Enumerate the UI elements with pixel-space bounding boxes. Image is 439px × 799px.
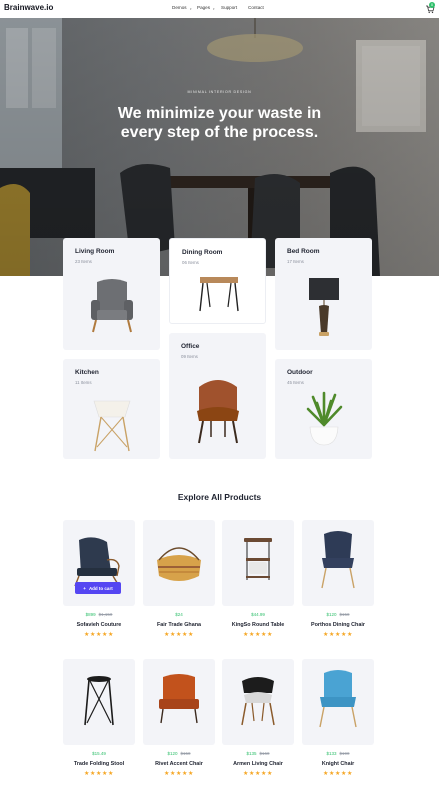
category-card-dining-room[interactable]: Dining Room 06 Items xyxy=(169,238,266,324)
add-to-cart-label: Add to cart xyxy=(88,585,113,591)
product-rating: ★★★★★ xyxy=(143,770,215,777)
product-name[interactable]: Armen Living Chair xyxy=(222,761,294,767)
product-rating: ★★★★★ xyxy=(302,631,374,638)
category-count: 45 Items xyxy=(287,380,304,385)
star-icon: ★ xyxy=(266,632,273,638)
armchair-icon xyxy=(91,279,133,333)
product-name[interactable]: Knight Chair xyxy=(302,761,374,767)
product-rating: ★★★★★ xyxy=(222,770,294,777)
product-rating: ★★★★★ xyxy=(302,770,374,777)
site-header: Brainwave.io Demos ▾ Pages ▾ Support Con… xyxy=(0,0,439,18)
product-old-price: $190 xyxy=(339,751,350,756)
product-price-row: $120 $150 xyxy=(143,751,215,756)
product-price-row: $24 xyxy=(143,612,215,617)
plus-icon: + xyxy=(83,585,86,591)
category-name: Living Room xyxy=(75,248,115,255)
star-icon: ★ xyxy=(346,632,353,638)
product-image xyxy=(159,674,199,724)
product-name[interactable]: KingSo Round Table xyxy=(222,622,294,628)
nav-pages[interactable]: Pages xyxy=(197,5,210,10)
category-card-outdoor[interactable]: Outdoor 45 Items xyxy=(275,359,372,459)
product-card-fair-trade-ghana[interactable] xyxy=(143,520,215,606)
product-card-porthos-dining-chair[interactable] xyxy=(302,520,374,606)
dining-table-icon xyxy=(199,277,239,312)
product-card-sofavieh-couture[interactable]: + Add to cart xyxy=(63,520,135,606)
star-icon: ★ xyxy=(266,771,273,777)
cart-count-badge: 0 xyxy=(429,2,435,8)
category-count: 06 Items xyxy=(182,260,199,265)
product-card-kingso-round-table[interactable] xyxy=(222,520,294,606)
product-card-armen-living-chair[interactable] xyxy=(222,659,294,745)
category-count: 11 Items xyxy=(75,380,92,385)
chevron-down-icon: ▾ xyxy=(213,7,215,11)
planter-stand-icon xyxy=(93,400,131,452)
product-card-rivet-accent-chair[interactable] xyxy=(143,659,215,745)
product-card-trade-folding-stool[interactable] xyxy=(63,659,135,745)
potted-plant-icon xyxy=(306,391,343,446)
product-old-price: $1,150 xyxy=(98,612,113,617)
product-price-row: $15.49 xyxy=(63,751,135,756)
star-icon: ★ xyxy=(187,771,194,777)
product-old-price: $150 xyxy=(339,612,350,617)
product-old-price: $160 xyxy=(259,751,270,756)
product-price: $135 xyxy=(246,751,257,756)
product-price: $15.49 xyxy=(92,751,106,756)
product-name[interactable]: Rivet Accent Chair xyxy=(143,761,215,767)
product-name[interactable]: Sofavieh Couture xyxy=(63,622,135,628)
product-price-row: $120 $150 xyxy=(302,612,374,617)
category-count: 23 Items xyxy=(75,259,92,264)
category-card-kitchen[interactable]: Kitchen 11 Items xyxy=(63,359,160,459)
office-chair-icon xyxy=(197,380,239,444)
product-old-price: $150 xyxy=(180,751,191,756)
star-icon: ★ xyxy=(107,771,114,777)
product-price-row: $44.99 xyxy=(222,612,294,617)
product-price: $120 xyxy=(326,612,337,617)
category-card-living-room[interactable]: Living Room 23 Items xyxy=(63,238,160,350)
product-rating: ★★★★★ xyxy=(222,631,294,638)
product-image xyxy=(241,677,275,726)
product-name[interactable]: Fair Trade Ghana xyxy=(143,622,215,628)
product-name[interactable]: Porthos Dining Chair xyxy=(302,622,374,628)
product-rating: ★★★★★ xyxy=(63,770,135,777)
table-lamp-icon xyxy=(309,278,339,336)
product-price-row: $133 $190 xyxy=(302,751,374,756)
product-image xyxy=(84,676,114,726)
product-image xyxy=(244,538,272,580)
hero-eyebrow: MINIMAL INTERIOR DESIGN xyxy=(187,90,252,94)
category-card-office[interactable]: Office 09 Items xyxy=(169,333,266,459)
category-name: Bed Room xyxy=(287,248,320,255)
product-price: $133 xyxy=(326,751,337,756)
product-price: $24 xyxy=(175,612,183,617)
category-count: 17 Items xyxy=(287,259,304,264)
add-to-cart-button[interactable]: + Add to cart xyxy=(75,582,121,594)
product-image xyxy=(157,547,201,581)
category-name: Office xyxy=(181,343,200,350)
product-image xyxy=(321,531,355,589)
star-icon: ★ xyxy=(187,632,194,638)
products-section-title: Explore All Products xyxy=(177,492,262,502)
product-price-row: $899 $1,150 xyxy=(63,612,135,617)
brand-logo[interactable]: Brainwave.io xyxy=(4,3,53,12)
product-rating: ★★★★★ xyxy=(143,631,215,638)
category-name: Kitchen xyxy=(75,369,99,376)
nav-contact[interactable]: Contact xyxy=(248,5,264,10)
category-count: 09 Items xyxy=(181,354,198,359)
star-icon: ★ xyxy=(346,771,353,777)
chevron-down-icon: ▾ xyxy=(190,7,192,11)
product-price-row: $135 $160 xyxy=(222,751,294,756)
product-name[interactable]: Trade Folding Stool xyxy=(63,761,135,767)
hero-title: We minimize your waste in every step of … xyxy=(117,105,322,141)
product-price: $44.99 xyxy=(251,612,265,617)
product-rating: ★★★★★ xyxy=(63,631,135,638)
star-icon: ★ xyxy=(107,632,114,638)
category-card-bed-room[interactable]: Bed Room 17 Items xyxy=(275,238,372,350)
category-name: Dining Room xyxy=(182,249,223,256)
nav-support[interactable]: Support xyxy=(221,5,237,10)
product-price: $899 xyxy=(85,612,96,617)
nav-demos[interactable]: Demos xyxy=(172,5,187,10)
product-price: $120 xyxy=(167,751,178,756)
product-card-knight-chair[interactable] xyxy=(302,659,374,745)
product-image xyxy=(319,670,357,728)
category-name: Outdoor xyxy=(287,369,313,376)
